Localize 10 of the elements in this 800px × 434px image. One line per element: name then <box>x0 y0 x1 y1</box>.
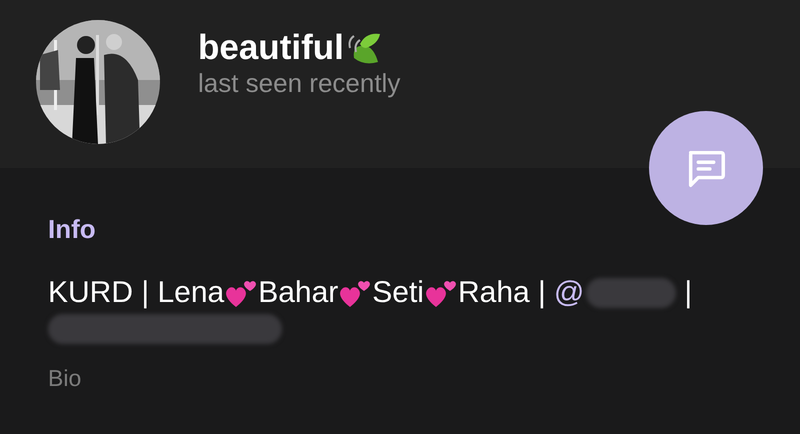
section-heading: Info <box>48 213 97 246</box>
username-link[interactable]: @ <box>554 275 584 311</box>
bio-text: KURD | Lena <box>48 275 224 311</box>
bio-text: Bahar <box>258 275 338 311</box>
profile-name: beautiful <box>198 29 344 68</box>
bio-text: | <box>684 275 692 311</box>
bio-text: Raha | <box>458 275 546 311</box>
status-text: last seen recently <box>198 68 400 100</box>
field-caption: Bio <box>48 364 82 393</box>
bio-text: Seti <box>372 275 424 311</box>
